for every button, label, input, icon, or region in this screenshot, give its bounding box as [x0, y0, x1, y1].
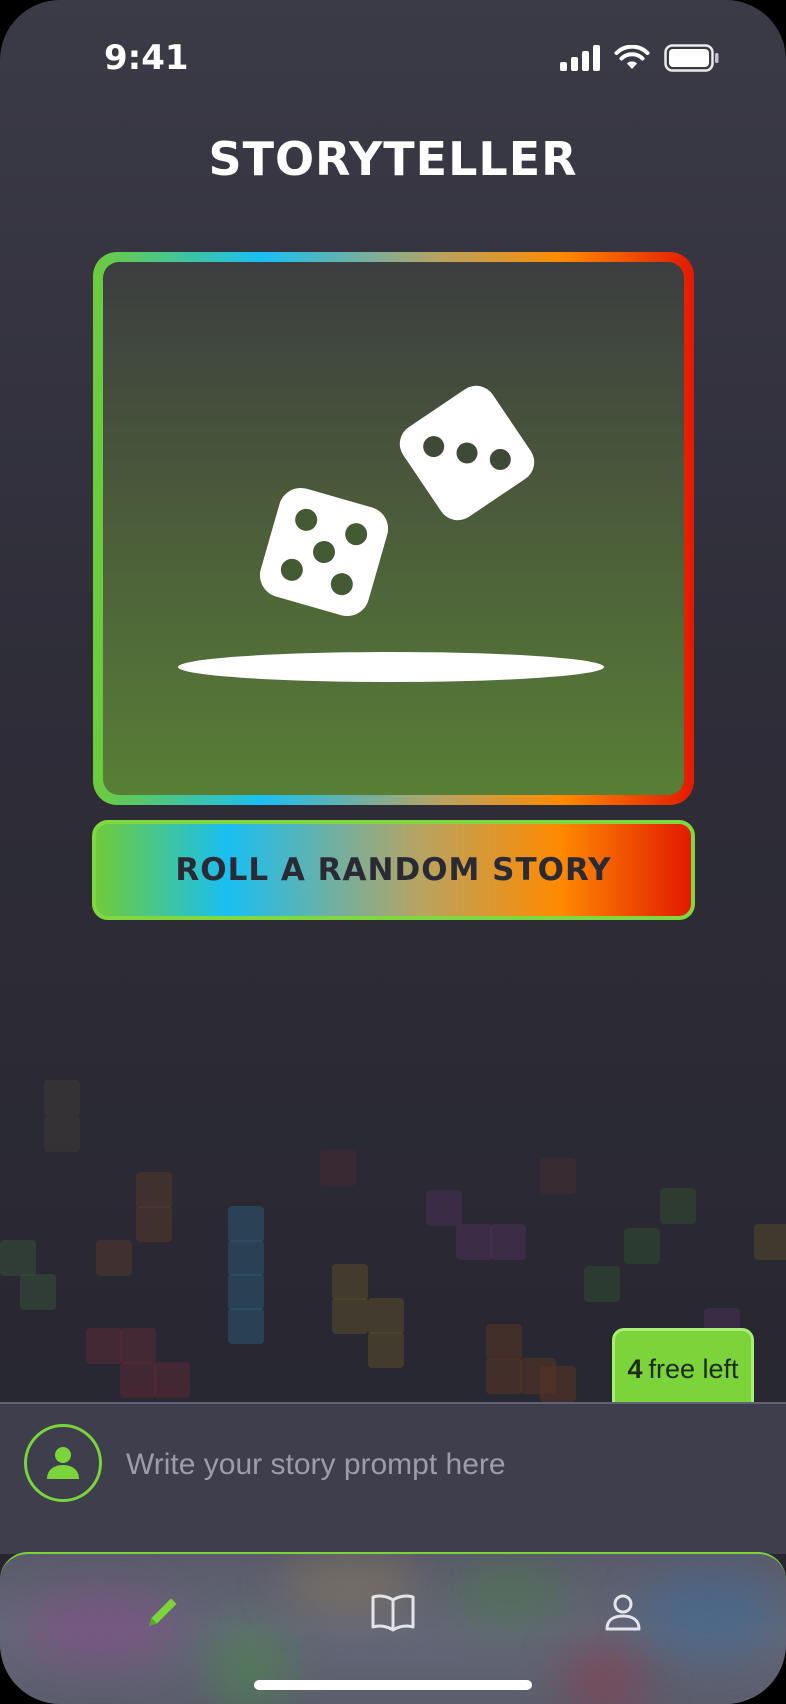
battery-icon [664, 44, 719, 72]
book-icon [371, 1594, 415, 1632]
roll-random-story-button[interactable]: ROLL A RANDOM STORY [92, 820, 695, 920]
person-icon [47, 1447, 79, 1479]
page-title: STORYTELLER [208, 132, 578, 186]
free-left-count: 4 [627, 1354, 643, 1384]
app-screen: 9:41 STORYTELLER ROLL A RANDOM STORY 4 f… [0, 0, 786, 1704]
status-bar: 9:41 [0, 0, 786, 120]
avatar-button[interactable] [24, 1424, 102, 1502]
story-prompt-input[interactable] [124, 1432, 748, 1498]
wifi-icon [614, 45, 650, 69]
hero-card-inner [103, 262, 684, 795]
tab-bar [0, 1552, 786, 1704]
person-outline-icon [605, 1594, 641, 1631]
status-time: 9:41 [104, 38, 189, 78]
free-left-label: free left [648, 1354, 739, 1384]
tab-library[interactable] [363, 1582, 423, 1642]
dice-icon [178, 385, 604, 682]
home-indicator [254, 1680, 532, 1690]
prompt-bar [0, 1402, 786, 1554]
hero-card[interactable] [93, 252, 694, 805]
tab-write[interactable] [133, 1582, 193, 1642]
pencil-icon [149, 1598, 177, 1626]
free-left-badge: 4 free left [612, 1328, 754, 1408]
status-icons [560, 44, 720, 72]
cellular-signal-icon [560, 45, 600, 71]
tab-profile[interactable] [593, 1582, 653, 1642]
